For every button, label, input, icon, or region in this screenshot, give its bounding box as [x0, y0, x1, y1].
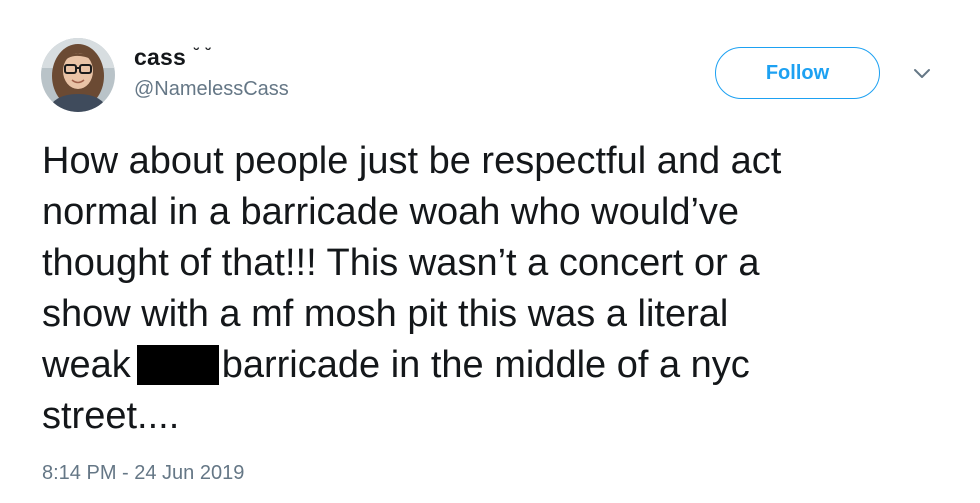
redaction-block	[136, 345, 219, 385]
tweet-text-line: thought of that!!! This wasn’t a concert…	[42, 242, 760, 284]
tweet-text-line: street....	[42, 395, 180, 437]
tweet-text: How about people just be respectful and …	[42, 136, 942, 442]
user-name-row: cass ˘ ˘	[134, 40, 212, 74]
timestamp[interactable]: 8:14 PM - 24 Jun 2019	[42, 462, 244, 485]
tweet-text-line: How about people just be respectful and …	[42, 140, 782, 182]
tweet-text-line: show with a mf mosh pit this was a liter…	[42, 293, 729, 335]
tweet-text-line: weak barricade in the middle of a nyc	[42, 340, 942, 391]
display-name[interactable]: cass	[134, 44, 186, 71]
tweet-text-line: normal in a barricade woah who would’ve	[42, 191, 740, 233]
chevron-down-icon[interactable]	[910, 63, 934, 83]
avatar[interactable]	[41, 38, 115, 112]
tweet-card: cass ˘ ˘ @NamelessCass Follow How about …	[0, 0, 980, 503]
tweet-text-segment: barricade in the middle of a nyc	[221, 344, 750, 386]
name-emoticon: ˘ ˘	[193, 46, 213, 63]
follow-button[interactable]: Follow	[715, 47, 880, 99]
user-handle[interactable]: @NamelessCass	[134, 78, 289, 101]
tweet-text-segment: weak	[42, 344, 131, 386]
avatar-image	[41, 38, 115, 112]
